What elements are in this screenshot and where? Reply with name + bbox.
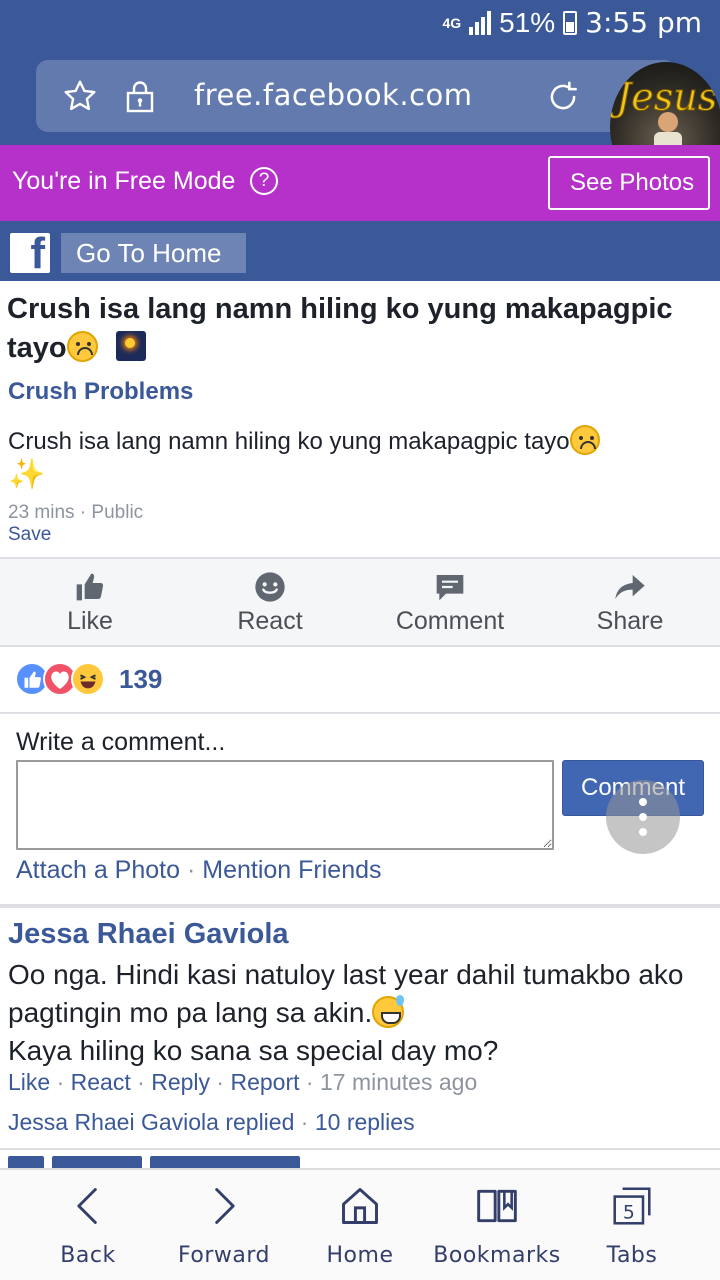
post-title-text: Crush isa lang namn hiling ko yung makap… xyxy=(7,293,673,364)
separator: · xyxy=(216,1069,225,1095)
back-label: Back xyxy=(60,1243,116,1268)
post-title: Crush isa lang namn hiling ko yung makap… xyxy=(7,290,712,368)
comment-text-line2: Kaya hiling ko sana sa special day mo? xyxy=(8,1035,499,1066)
post-body: Crush isa lang namn hiling ko yung makap… xyxy=(8,425,708,458)
comment-react-link[interactable]: React xyxy=(71,1069,131,1095)
divider xyxy=(0,904,720,908)
comment-input[interactable] xyxy=(16,760,554,850)
share-arrow-icon xyxy=(615,575,645,599)
write-comment-label: Write a comment... xyxy=(16,728,226,756)
back-button[interactable]: Back xyxy=(18,1184,158,1268)
separator: · xyxy=(56,1069,65,1095)
react-label: React xyxy=(237,607,303,635)
post-actions-bar: Like React Comment Share xyxy=(0,557,720,647)
bookmarks-label: Bookmarks xyxy=(433,1243,561,1268)
forward-arrow-icon xyxy=(215,1188,235,1224)
more-dot xyxy=(639,828,647,836)
haha-reaction-icon xyxy=(71,662,105,696)
comment-text-line1: Oo nga. Hindi kasi natuloy last year dah… xyxy=(8,959,684,1028)
url-bar[interactable]: free.facebook.com xyxy=(36,60,676,132)
replies-link[interactable]: Jessa Rhaei Gaviola replied · 10 replies xyxy=(8,1109,415,1136)
post-body-text: Crush isa lang namn hiling ko yung makap… xyxy=(8,428,570,455)
attach-photo-link[interactable]: Attach a Photo xyxy=(16,856,180,884)
link-separator: · xyxy=(186,856,196,884)
sweat-smile-icon xyxy=(372,995,405,1028)
svg-text:Jesus: Jesus xyxy=(610,75,717,119)
comment-action-button[interactable]: Comment xyxy=(360,559,540,645)
share-action-button[interactable]: Share xyxy=(540,559,720,645)
battery-icon xyxy=(563,10,578,35)
reaction-count: 139 xyxy=(119,663,163,694)
url-text[interactable]: free.facebook.com xyxy=(194,78,473,112)
comment-timestamp: 17 minutes ago xyxy=(319,1069,478,1095)
more-dot xyxy=(639,813,647,821)
divider xyxy=(0,712,720,714)
comment-label: Comment xyxy=(395,607,505,635)
see-photos-button[interactable]: See Photos xyxy=(548,156,710,210)
facebook-logo-letter: f xyxy=(30,233,45,273)
divider xyxy=(0,1148,720,1150)
sparkles-icon: ✨ xyxy=(8,457,46,492)
home-label: Home xyxy=(326,1243,394,1268)
reactions-summary[interactable]: 139 xyxy=(15,662,162,696)
free-mode-text: You're in Free Mode xyxy=(12,167,236,195)
separator: · xyxy=(300,1109,309,1135)
network-indicator: 4G xyxy=(442,14,462,31)
more-dot xyxy=(639,798,647,806)
reload-icon[interactable] xyxy=(544,78,582,121)
battery-percent: 51% xyxy=(499,6,556,38)
mention-friends-link[interactable]: Mention Friends xyxy=(202,856,381,884)
signal-icon xyxy=(469,10,492,35)
upside-down-face-icon xyxy=(569,425,600,455)
comment-reply-link[interactable]: Reply xyxy=(151,1069,210,1095)
speech-bubble-icon xyxy=(436,575,464,601)
separator: · xyxy=(305,1069,314,1095)
forward-label: Forward xyxy=(178,1243,270,1268)
facebook-logo-icon[interactable]: f xyxy=(10,233,50,273)
tabs-label: Tabs xyxy=(606,1243,658,1268)
browser-header: 4G 51% 3:55 pm free.facebook.com Jesus xyxy=(0,0,720,192)
go-to-home-button[interactable]: Go To Home xyxy=(61,233,246,273)
status-bar: 4G 51% 3:55 pm xyxy=(442,6,702,39)
like-action-button[interactable]: Like xyxy=(0,559,180,645)
like-label: Like xyxy=(67,607,113,635)
bookmarks-icon xyxy=(477,1189,517,1223)
tab-count: 5 xyxy=(623,1203,635,1224)
share-label: Share xyxy=(596,607,664,635)
browser-bottom-nav: Back Forward Home Bookmarks 5 Tabs xyxy=(0,1168,720,1280)
help-icon[interactable]: ? xyxy=(250,167,278,195)
bookmark-star-icon[interactable] xyxy=(62,78,98,119)
post-meta: 23 mins · Public xyxy=(8,502,144,523)
composer-links: Attach a Photo · Mention Friends xyxy=(16,856,382,885)
lock-icon[interactable] xyxy=(122,78,158,119)
clock: 3:55 pm xyxy=(585,6,702,39)
bookmarks-button[interactable]: Bookmarks xyxy=(427,1184,567,1268)
comment-author-link[interactable]: Jessa Rhaei Gaviola xyxy=(8,918,289,951)
separator: · xyxy=(137,1069,145,1095)
reply-count: 10 replies xyxy=(314,1109,415,1135)
fireworks-icon xyxy=(115,331,146,361)
tabs-icon: 5 xyxy=(613,1187,651,1225)
forward-button[interactable]: Forward xyxy=(154,1184,294,1268)
home-button[interactable]: Home xyxy=(290,1184,430,1268)
tabs-button[interactable]: 5 Tabs xyxy=(562,1184,702,1268)
free-mode-banner: You're in Free Mode ? See Photos xyxy=(0,145,720,221)
more-options-button[interactable] xyxy=(606,780,680,854)
save-link[interactable]: Save xyxy=(8,524,51,546)
comment-like-link[interactable]: Like xyxy=(8,1069,50,1095)
smiley-icon xyxy=(255,572,285,602)
facebook-nav-bar: f Go To Home xyxy=(0,221,720,281)
react-action-button[interactable]: React xyxy=(180,559,360,645)
comment-text: Oo nga. Hindi kasi natuloy last year dah… xyxy=(8,956,708,1070)
back-arrow-icon xyxy=(77,1188,97,1224)
replied-by-text: Jessa Rhaei Gaviola replied xyxy=(8,1109,295,1135)
group-name-link[interactable]: Crush Problems xyxy=(8,378,193,406)
comment-actions: Like · React · Reply · Report · 17 minut… xyxy=(8,1069,477,1096)
comment-report-link[interactable]: Report xyxy=(230,1069,299,1095)
home-icon xyxy=(342,1188,378,1224)
thumbs-up-icon xyxy=(76,573,104,601)
upside-down-face-icon xyxy=(66,331,98,362)
